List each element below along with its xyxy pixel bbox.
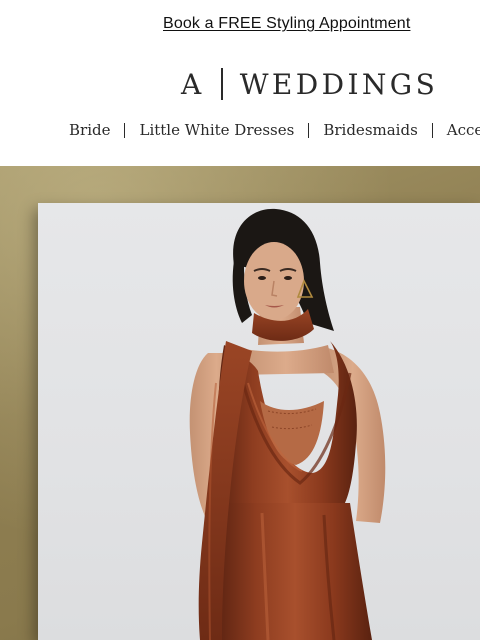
- brand-logo[interactable]: A WEDDINGS: [181, 66, 438, 102]
- book-styling-appointment-link[interactable]: Book a FREE Styling Appointment: [163, 15, 410, 33]
- logo-wordmark: WEDDINGS: [239, 67, 439, 101]
- logo-divider: [221, 68, 223, 100]
- hero-section: [0, 166, 480, 640]
- nav-item-bride[interactable]: Bride: [69, 121, 110, 139]
- nav-separator: [431, 122, 433, 138]
- promo-banner: Book a FREE Styling Appointment: [0, 0, 480, 52]
- nav-item-bridesmaids[interactable]: Bridesmaids: [323, 121, 417, 139]
- nav-item-accessories[interactable]: Acces: [447, 121, 480, 139]
- model-illustration: [189, 208, 386, 640]
- nav-separator: [124, 122, 126, 138]
- logo-mark: A: [181, 67, 204, 101]
- nav-separator: [308, 122, 310, 138]
- hero-photo[interactable]: [38, 203, 480, 640]
- nav-item-little-white-dresses[interactable]: Little White Dresses: [139, 121, 294, 139]
- main-nav: Bride Little White Dresses Bridesmaids A…: [69, 121, 480, 139]
